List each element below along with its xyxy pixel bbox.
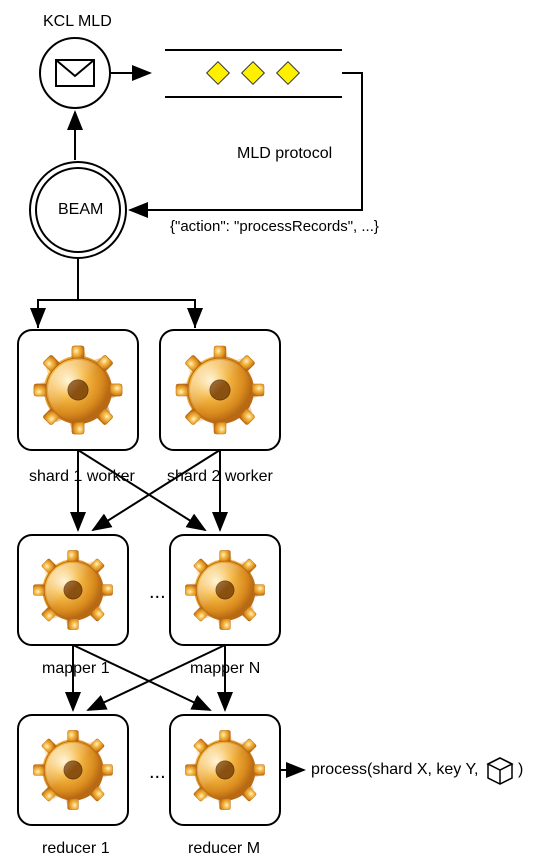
- svg-text:...: ...: [149, 761, 166, 783]
- process-close: ): [518, 761, 523, 779]
- beam-label: BEAM: [58, 201, 103, 219]
- mapper1-label: mapper 1: [42, 660, 110, 678]
- shard2-label: shard 2 worker: [167, 468, 273, 486]
- reducerM-label: reducer M: [188, 840, 260, 858]
- reducer1-label: reducer 1: [42, 840, 110, 858]
- protocol-label: MLD protocol: [237, 145, 332, 163]
- shard1-label: shard 1 worker: [29, 468, 135, 486]
- mapperN-label: mapper N: [190, 660, 260, 678]
- title: KCL MLD: [43, 13, 112, 31]
- process-call: process(shard X, key Y,: [311, 761, 479, 779]
- action-json: {"action": "processRecords", ...}: [170, 218, 379, 235]
- svg-text:...: ...: [149, 581, 166, 603]
